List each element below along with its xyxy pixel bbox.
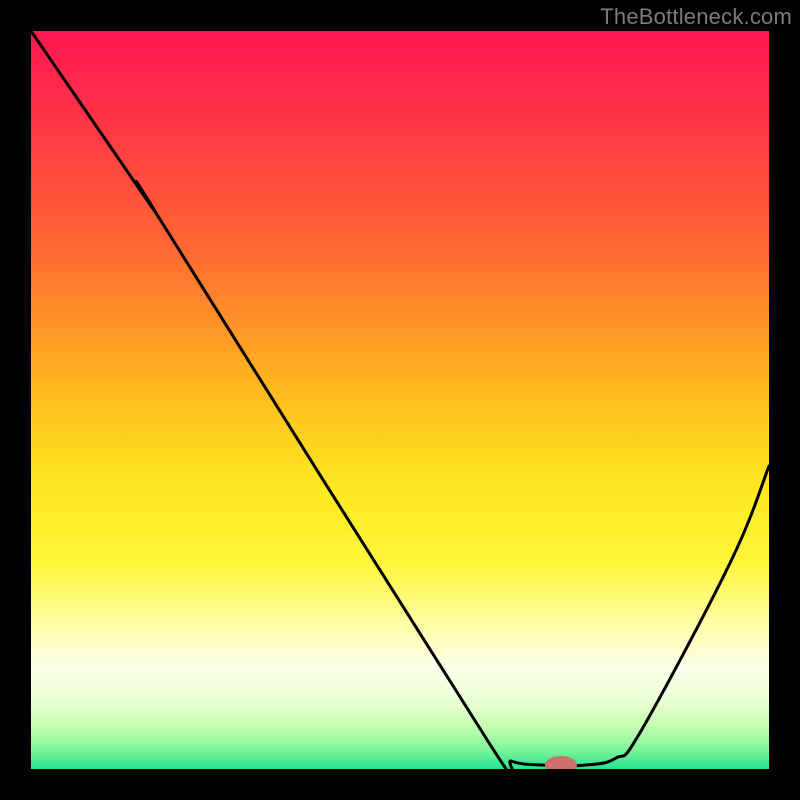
chart-frame: TheBottleneck.com xyxy=(0,0,800,800)
plot-svg xyxy=(31,31,769,769)
plot-area xyxy=(31,31,769,769)
watermark-text: TheBottleneck.com xyxy=(600,4,792,30)
gradient-fill xyxy=(31,31,769,769)
